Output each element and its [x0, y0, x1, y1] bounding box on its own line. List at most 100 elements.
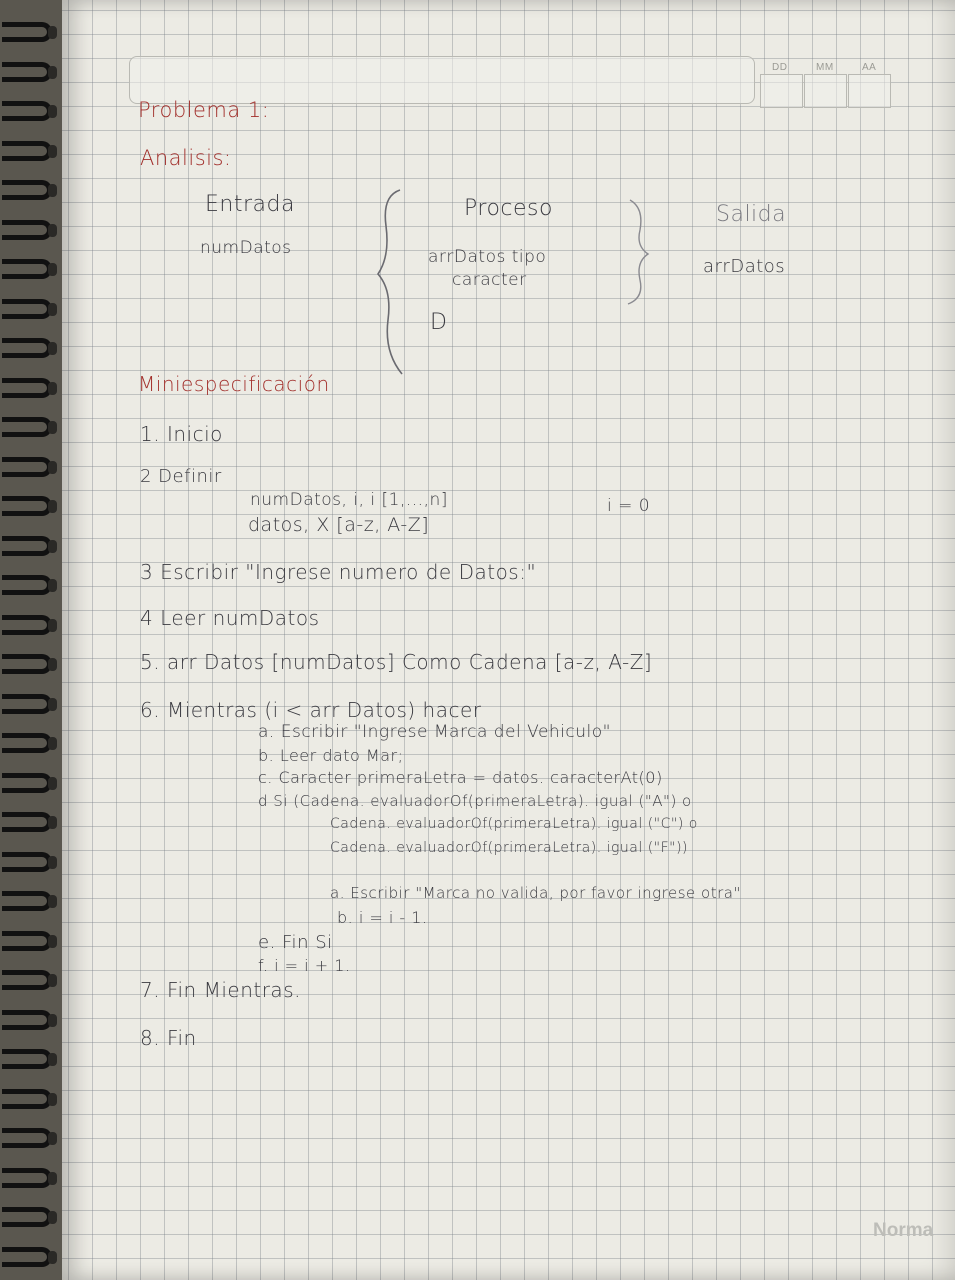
- binding-hole: [48, 381, 57, 395]
- spiral-ring: [2, 772, 52, 793]
- binding-hole: [48, 1092, 57, 1106]
- spiral-ring: [2, 417, 52, 437]
- spiral-ring: [2, 1049, 52, 1069]
- spiral-ring: [2, 614, 52, 635]
- spiral-ring: [2, 22, 52, 42]
- binding-hole: [48, 65, 57, 79]
- spiral-ring: [2, 338, 52, 358]
- spiral-ring: [2, 1207, 52, 1227]
- proceso-mark: D: [430, 310, 448, 335]
- binding-hole: [48, 1171, 57, 1185]
- spiral-ring: [2, 1088, 52, 1109]
- date-box-aa: [848, 74, 891, 108]
- spiral-ring: [2, 61, 52, 82]
- binding-hole: [48, 460, 57, 474]
- step-6a: a. Escribir "Ingrese Marca del Vehiculo": [258, 722, 611, 742]
- binding-hole: [48, 618, 57, 632]
- spiral-ring: [2, 1009, 52, 1030]
- entrada-value: numDatos: [200, 238, 292, 258]
- binding-hole: [48, 816, 57, 829]
- spiral-ring: [2, 535, 52, 556]
- step-6f: f. i = i + 1.: [258, 956, 351, 975]
- step-8: 8. Fin: [140, 1026, 197, 1050]
- date-box-mm: [804, 74, 847, 108]
- binding-hole: [48, 974, 57, 987]
- step-1: 1. Inicio: [140, 422, 223, 446]
- right-brace: [627, 199, 650, 305]
- spiral-ring: [2, 1246, 52, 1267]
- spiral-ring: [2, 851, 52, 872]
- spiral-ring: [2, 259, 52, 279]
- binding-hole: [48, 1132, 57, 1145]
- step-6e: e. Fin Si: [258, 932, 333, 953]
- binding-hole: [48, 105, 57, 118]
- binding-hole: [48, 184, 57, 197]
- step-2-line2: datos, X [a-z, A-Z]: [248, 514, 430, 536]
- date-label-mm: MM: [816, 62, 834, 73]
- binding-hole: [48, 263, 57, 276]
- spiral-ring: [2, 496, 52, 516]
- spiral-ring: [2, 575, 52, 595]
- salida-label: Salida: [716, 202, 787, 227]
- spiral-ring: [2, 812, 52, 832]
- binding-hole: [48, 302, 57, 316]
- step-3: 3 Escribir "Ingrese numero de Datos:": [140, 560, 537, 584]
- date-label-dd: DD: [772, 62, 788, 73]
- binding-hole: [48, 934, 57, 948]
- step-2-line1: numDatos, i, i [1,...,n]: [250, 490, 448, 510]
- step-2: 2 Definir: [140, 466, 222, 487]
- binding-hole: [48, 144, 57, 158]
- proceso-label: Proceso: [464, 196, 553, 221]
- date-label-aa: AA: [862, 62, 877, 73]
- step-6b: b. Leer dato Mar;: [258, 746, 404, 765]
- spiral-ring: [2, 456, 52, 477]
- step-5: 5. arr Datos [numDatos] Como Cadena [a-z…: [140, 650, 653, 674]
- binding-hole: [48, 26, 57, 39]
- step-4: 4 Leer numDatos: [140, 606, 320, 630]
- step-6c: c. Caracter primeraLetra = datos. caract…: [258, 768, 663, 787]
- header-field: [129, 56, 755, 104]
- binding-hole: [48, 855, 57, 869]
- problem-title: Problema 1:: [138, 98, 270, 122]
- binding-hole: [48, 658, 57, 671]
- notebook-page: [62, 0, 955, 1280]
- date-box-dd: [760, 74, 803, 108]
- step-6d-line3: Cadena. evaluadorOf(primeraLetra). igual…: [330, 840, 689, 856]
- step-6: 6. Mientras (i < arr Datos) hacer: [140, 698, 482, 722]
- spiral-ring: [2, 298, 52, 319]
- binding-hole: [48, 1013, 57, 1027]
- spiral-ring: [2, 970, 52, 990]
- spiral-ring: [2, 1167, 52, 1188]
- binding-hole: [48, 223, 57, 237]
- binding-hole: [48, 342, 57, 355]
- step-2-init: i = 0: [607, 496, 651, 516]
- spiral-ring: [2, 733, 52, 753]
- left-brace: [376, 189, 403, 375]
- spiral-ring: [2, 101, 52, 121]
- binding-hole: [48, 539, 57, 553]
- binding-hole: [48, 1250, 57, 1264]
- spiral-ring: [2, 180, 52, 200]
- spiral-ring: [2, 140, 52, 161]
- proceso-line2: caracter: [452, 270, 527, 290]
- miniespec-heading: Miniespecificación: [138, 372, 330, 396]
- binding-hole: [48, 421, 57, 434]
- brand-logo: Norma: [873, 1220, 934, 1241]
- spiral-ring: [2, 891, 52, 911]
- binding-hole: [48, 895, 57, 908]
- binding-hole: [48, 697, 57, 711]
- step-7: 7. Fin Mientras.: [140, 978, 301, 1002]
- step-6d-line2: Cadena. evaluadorOf(primeraLetra). igual…: [330, 816, 698, 832]
- spiral-ring: [2, 930, 52, 951]
- spiral-ring: [2, 377, 52, 398]
- binding-hole: [48, 1211, 57, 1224]
- analysis-heading: Analisis:: [140, 146, 232, 170]
- proceso-line1: arrDatos tipo: [428, 247, 547, 267]
- binding-hole: [48, 737, 57, 750]
- step-6d-b: b. i = i - 1.: [337, 908, 428, 927]
- step-6d: d Si (Cadena. evaluadorOf(primeraLetra).…: [258, 792, 692, 810]
- binding-hole: [48, 776, 57, 790]
- spiral-ring: [2, 219, 52, 240]
- entrada-label: Entrada: [205, 192, 295, 217]
- binding-hole: [48, 500, 57, 513]
